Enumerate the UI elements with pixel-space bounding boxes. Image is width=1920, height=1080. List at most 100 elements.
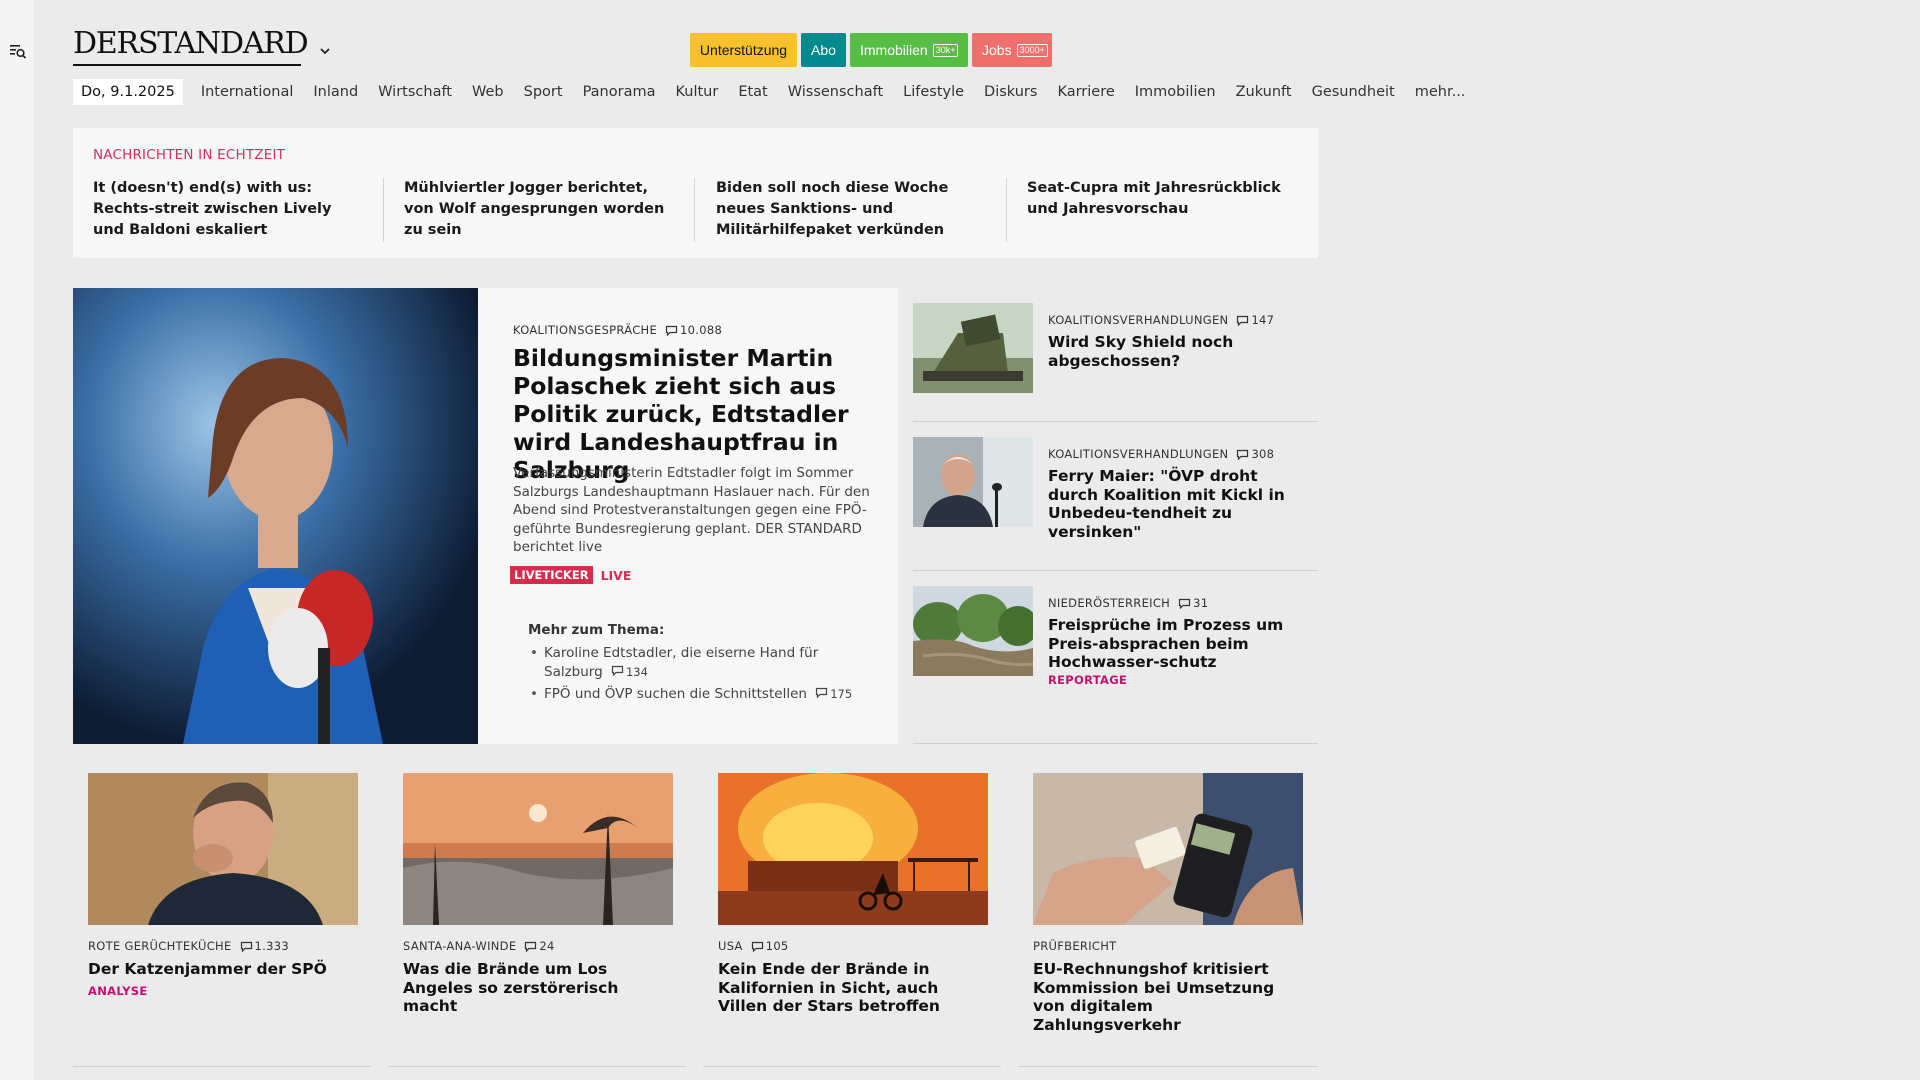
lead-kicker: KOALITIONSGESPRÄCHE 10.088 bbox=[513, 323, 722, 337]
article-headline[interactable]: Kein Ende der Brände in Kalifornien in S… bbox=[718, 960, 980, 1016]
grid-article[interactable]: ROTE GERÜCHTEKÜCHE 1.333 Der Katzenjamme… bbox=[88, 773, 358, 998]
article-headline[interactable]: EU-Rechnungshof kritisiert Kommission be… bbox=[1033, 960, 1295, 1034]
article-kicker: KOALITIONSVERHANDLUNGEN 308 bbox=[1048, 447, 1274, 461]
immobilien-label: Immobilien bbox=[860, 42, 928, 58]
nav-item-lifestyle[interactable]: Lifestyle bbox=[903, 84, 964, 100]
nav-item-diskurs[interactable]: Diskurs bbox=[984, 84, 1037, 100]
site-logo[interactable]: DERSTANDARD bbox=[73, 26, 309, 61]
left-rail bbox=[0, 0, 34, 1080]
article-comment-count[interactable]: 308 bbox=[1251, 447, 1274, 461]
article-headline[interactable]: Der Katzenjammer der SPÖ bbox=[88, 960, 350, 979]
lead-story: KOALITIONSGESPRÄCHE 10.088 Bildungsminis… bbox=[478, 288, 898, 744]
article-kicker: ROTE GERÜCHTEKÜCHE 1.333 bbox=[88, 939, 358, 953]
lead-headline[interactable]: Bildungsminister Martin Polaschek zieht … bbox=[513, 344, 883, 484]
article-comment-count[interactable]: 105 bbox=[766, 939, 789, 953]
support-label: Unterstützung bbox=[699, 42, 788, 58]
nav-item-wirtschaft[interactable]: Wirtschaft bbox=[378, 84, 452, 100]
article-headline[interactable]: Was die Brände um Los Angeles so zerstör… bbox=[403, 960, 665, 1016]
chevron-down-icon[interactable] bbox=[318, 44, 332, 58]
article-comment-count[interactable]: 24 bbox=[539, 939, 554, 953]
masthead: DERSTANDARD bbox=[73, 26, 309, 66]
nav-item-web[interactable]: Web bbox=[472, 84, 504, 100]
article-kicker-label: KOALITIONSVERHANDLUNGEN bbox=[1048, 313, 1229, 327]
menu-search-icon[interactable] bbox=[9, 42, 27, 60]
article-comment-count[interactable]: 1.333 bbox=[255, 939, 289, 953]
nav-item-etat[interactable]: Etat bbox=[738, 84, 767, 100]
side-article[interactable]: KOALITIONSVERHANDLUNGEN 147 Wird Sky Shi… bbox=[913, 303, 1318, 423]
lead-comment-count[interactable]: 10.088 bbox=[680, 323, 722, 337]
article-thumbnail[interactable] bbox=[913, 437, 1033, 527]
grid-article[interactable]: USA 105 Kein Ende der Brände in Kaliforn… bbox=[718, 773, 988, 1016]
related-link[interactable]: FPÖ und ÖVP suchen die Schnittstellen 17… bbox=[528, 685, 868, 704]
side-article[interactable]: NIEDERÖSTERREICH 31 Freisprüche im Proze… bbox=[913, 586, 1318, 736]
article-kicker-label: ROTE GERÜCHTEKÜCHE bbox=[88, 939, 232, 953]
ticker-item[interactable]: It (doesn't) end(s) with us: Rechts-stre… bbox=[93, 178, 363, 241]
live-indicator[interactable]: LIVETICKER LIVE bbox=[510, 566, 631, 584]
current-date: Do, 9.1.2025 bbox=[73, 79, 183, 105]
comment-bubble-icon bbox=[1179, 598, 1191, 609]
nav-item-gesundheit[interactable]: Gesundheit bbox=[1312, 84, 1395, 100]
article-headline[interactable]: Freisprüche im Prozess um Preis-absprach… bbox=[1048, 616, 1313, 672]
nav-item-panorama[interactable]: Panorama bbox=[583, 84, 656, 100]
nav-item-inland[interactable]: Inland bbox=[313, 84, 358, 100]
divider bbox=[1018, 1066, 1318, 1067]
article-image[interactable] bbox=[718, 773, 988, 925]
top-buttons: Unterstützung Abo Immobilien 30k+ Jobs 300… bbox=[690, 33, 1052, 67]
comment-bubble-icon bbox=[751, 941, 763, 952]
jobs-button[interactable]: Jobs 3000+ bbox=[972, 33, 1052, 67]
grid-article[interactable]: PRÜFBERICHT EU-Rechnungshof kritisiert K… bbox=[1033, 773, 1303, 1034]
comment-bubble-icon bbox=[1237, 315, 1249, 326]
article-comment-count[interactable]: 147 bbox=[1251, 313, 1274, 327]
ticker-item[interactable]: Seat-Cupra mit Jahresrückblick und Jahre… bbox=[1027, 178, 1297, 220]
more-on-topic-list: Karoline Edtstadler, die eiserne Hand fü… bbox=[528, 644, 868, 707]
article-kicker: NIEDERÖSTERREICH 31 bbox=[1048, 596, 1208, 610]
comment-bubble-icon bbox=[665, 325, 678, 336]
related-link-text: FPÖ und ÖVP suchen die Schnittstellen bbox=[544, 686, 807, 702]
logo-underline bbox=[73, 64, 301, 66]
nav-item-karriere[interactable]: Karriere bbox=[1057, 84, 1114, 100]
ticker-item[interactable]: Mühlviertler Jogger berichtet, von Wolf … bbox=[404, 178, 674, 241]
support-button[interactable]: Unterstützung bbox=[690, 33, 797, 67]
related-link[interactable]: Karoline Edtstadler, die eiserne Hand fü… bbox=[528, 644, 868, 682]
side-article[interactable]: KOALITIONSVERHANDLUNGEN 308 Ferry Maier:… bbox=[913, 437, 1318, 557]
article-thumbnail[interactable] bbox=[913, 586, 1033, 676]
liveticker-badge: LIVETICKER bbox=[510, 566, 593, 584]
ticker-heading: NACHRICHTEN IN ECHTZEIT bbox=[93, 147, 286, 163]
article-kicker-label: PRÜFBERICHT bbox=[1033, 939, 1117, 953]
article-kicker-label: NIEDERÖSTERREICH bbox=[1048, 596, 1171, 610]
divider bbox=[913, 570, 1318, 571]
abo-button[interactable]: Abo bbox=[801, 33, 846, 67]
nav-item-kultur[interactable]: Kultur bbox=[675, 84, 718, 100]
immobilien-button[interactable]: Immobilien 30k+ bbox=[850, 33, 968, 67]
main-nav: Do, 9.1.2025 International Inland Wirtsc… bbox=[73, 78, 1475, 106]
article-image[interactable] bbox=[88, 773, 358, 925]
related-comment-count: 175 bbox=[830, 687, 853, 701]
article-headline[interactable]: Ferry Maier: "ÖVP droht durch Koalition … bbox=[1048, 467, 1313, 541]
ticker-item[interactable]: Biden soll noch diese Woche neues Sankti… bbox=[716, 178, 986, 241]
jobs-badge: 3000+ bbox=[1016, 43, 1048, 57]
lead-story-image[interactable] bbox=[73, 288, 478, 744]
nav-item-zukunft[interactable]: Zukunft bbox=[1236, 84, 1292, 100]
comment-bubble-icon bbox=[1237, 449, 1249, 460]
article-kicker: PRÜFBERICHT bbox=[1033, 939, 1303, 953]
nav-item-sport[interactable]: Sport bbox=[524, 84, 563, 100]
article-kicker: SANTA-ANA-WINDE 24 bbox=[403, 939, 673, 953]
nav-item-mehr[interactable]: mehr... bbox=[1415, 84, 1466, 100]
nav-item-wissenschaft[interactable]: Wissenschaft bbox=[788, 84, 883, 100]
article-image[interactable] bbox=[403, 773, 673, 925]
article-kicker-label: KOALITIONSVERHANDLUNGEN bbox=[1048, 447, 1229, 461]
comment-bubble-icon bbox=[240, 941, 252, 952]
nav-item-immobilien[interactable]: Immobilien bbox=[1135, 84, 1216, 100]
divider bbox=[703, 1066, 1001, 1067]
article-kicker: KOALITIONSVERHANDLUNGEN 147 bbox=[1048, 313, 1274, 327]
article-image[interactable] bbox=[1033, 773, 1303, 925]
abo-label: Abo bbox=[811, 42, 836, 58]
nav-item-international[interactable]: International bbox=[201, 84, 294, 100]
divider bbox=[73, 1066, 371, 1067]
article-comment-count[interactable]: 31 bbox=[1193, 596, 1208, 610]
article-thumbnail[interactable] bbox=[913, 303, 1033, 393]
article-headline[interactable]: Wird Sky Shield noch abgeschossen? bbox=[1048, 333, 1313, 370]
grid-article[interactable]: SANTA-ANA-WINDE 24 Was die Brände um Los… bbox=[403, 773, 673, 1016]
comment-bubble-icon bbox=[816, 687, 828, 698]
divider bbox=[388, 1066, 686, 1067]
